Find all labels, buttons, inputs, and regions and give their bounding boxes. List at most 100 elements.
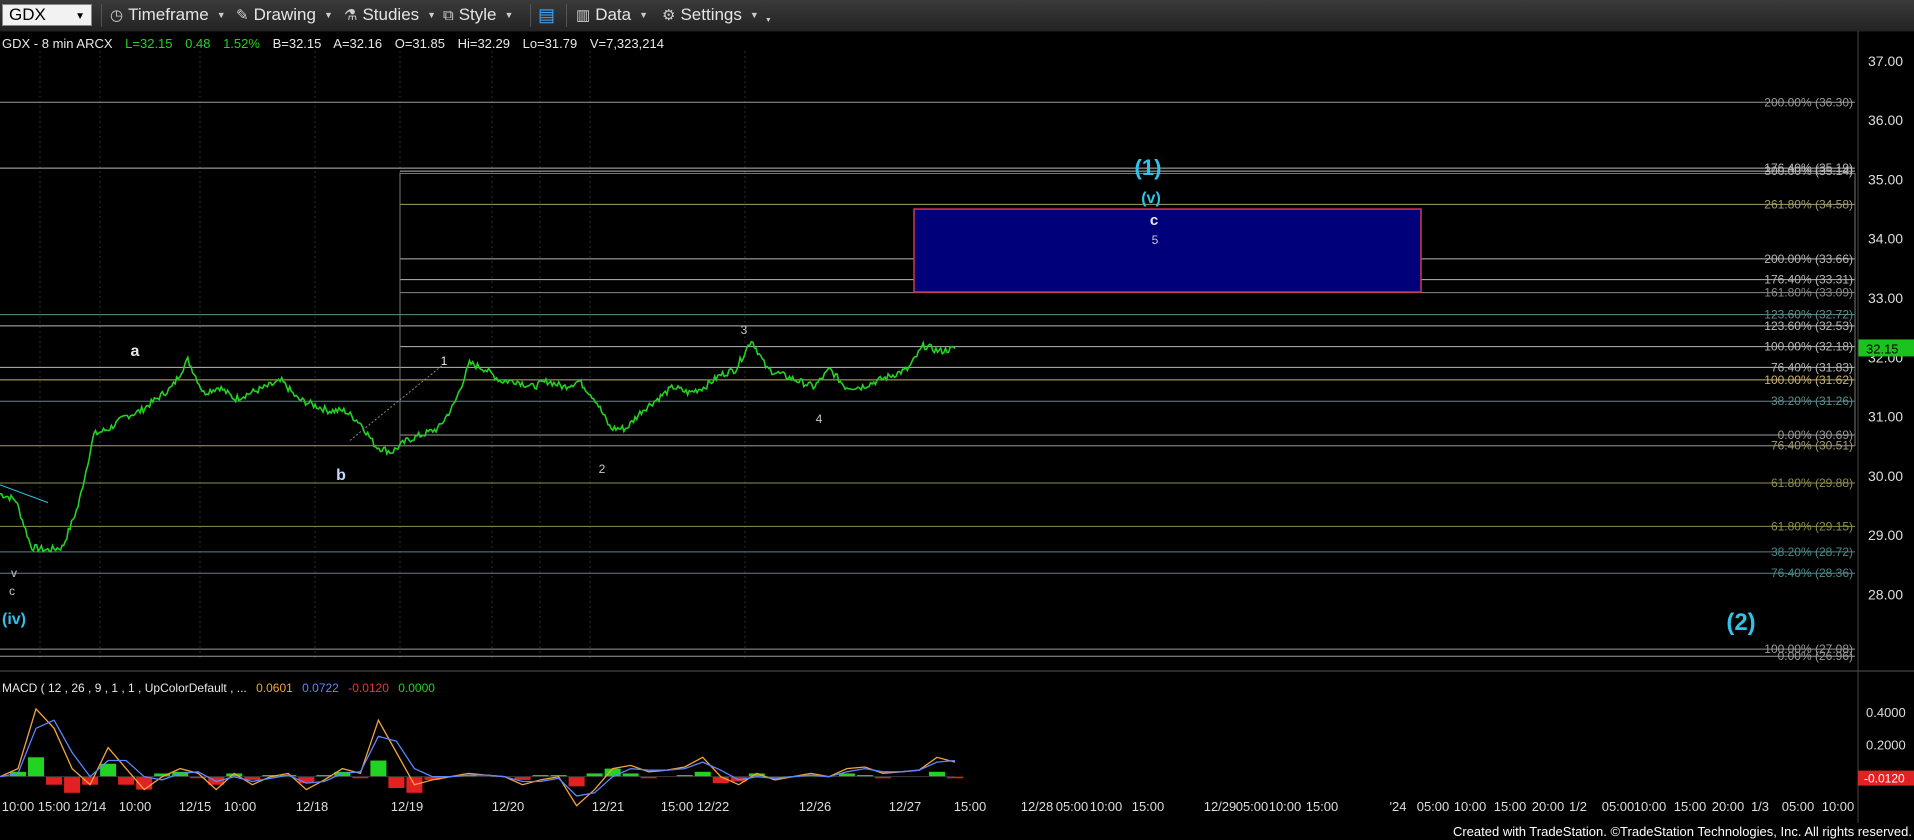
last-price: L=32.15 <box>125 36 172 51</box>
time-axis-tick: '24 <box>1390 799 1407 814</box>
timeframe-label: Timeframe <box>128 5 209 24</box>
target-box[interactable] <box>913 208 1422 293</box>
chevron-down-icon: ▼ <box>427 10 437 20</box>
time-axis-tick: 05:00 <box>1602 799 1635 814</box>
pct-change: 1.52% <box>223 36 260 51</box>
price-line <box>0 340 956 553</box>
wave-label: c <box>1150 212 1158 229</box>
high-price: Hi=32.29 <box>458 36 510 51</box>
time-axis-tick: 10:00 <box>1634 799 1667 814</box>
macd-diff-value: -0.0120 <box>348 681 389 695</box>
separator <box>530 4 531 27</box>
style-icon: ⧉ <box>443 6 454 24</box>
time-axis-tick: 12/18 <box>296 799 329 814</box>
macd-value: 0.0601 <box>256 681 293 695</box>
layout-toggle-button[interactable]: ▤ <box>538 4 560 26</box>
studies-menu[interactable]: ⚗ Studies ▼ <box>344 4 436 26</box>
net-change: 0.48 <box>185 36 210 51</box>
fib-label: 200.00% (36.30) <box>1764 95 1853 109</box>
price-axis: 37.0036.0035.0034.0033.0032.0031.0030.00… <box>1858 53 1914 603</box>
fib-label: 38.20% (31.26) <box>1771 394 1853 408</box>
fib-label: 161.80% (33.09) <box>1764 286 1853 300</box>
fib-label: 123.60% (32.53) <box>1764 319 1853 333</box>
time-axis-tick: 10:00 <box>1454 799 1487 814</box>
chevron-down-icon: ▼ <box>749 10 759 20</box>
chevron-down-icon: ▼ <box>323 10 333 20</box>
toolbar: GDX ▼ ◷ Timeframe ▼ ✎ Drawing ▼ ⚗ Studie… <box>0 0 1914 32</box>
ask-price: A=32.16 <box>333 36 382 51</box>
fib-label: 100.00% (32.18) <box>1764 340 1853 354</box>
time-axis-tick: 12/22 <box>697 799 730 814</box>
style-menu[interactable]: ⧉ Style ▼ <box>443 4 513 26</box>
wave-label: (2) <box>1726 609 1755 636</box>
chevron-down-icon: ▼ <box>639 10 649 20</box>
chart-header: GDX - 8 min ARCX L=32.15 0.48 1.52% B=32… <box>2 36 664 51</box>
chevron-down-icon: ▼ <box>216 10 226 20</box>
fib-label: 76.40% (28.36) <box>1771 566 1853 580</box>
macd-axis-tick: 0.2000 <box>1866 737 1906 752</box>
price-axis-tick: 34.00 <box>1868 231 1903 247</box>
time-axis-tick: 12/26 <box>799 799 832 814</box>
time-axis-tick: 10:00 <box>119 799 152 814</box>
settings-menu[interactable]: ⚙ Settings ▼ ▼ <box>662 4 772 26</box>
separator <box>101 4 102 27</box>
macd-axis: 0.4000 0.2000 -0.0120 <box>1858 705 1914 786</box>
time-axis-tick: 10:00 <box>1269 799 1302 814</box>
fib-label: 176.40% (33.31) <box>1764 273 1853 287</box>
clock-icon: ◷ <box>110 7 124 24</box>
macd-header: MACD ( 12 , 26 , 9 , 1 , 1 , UpColorDefa… <box>2 681 435 695</box>
macd-zero-value: 0.0000 <box>398 681 435 695</box>
symbol-selector[interactable]: GDX ▼ <box>2 4 92 26</box>
time-axis-tick: 10:00 <box>1090 799 1123 814</box>
time-axis-tick: 05:00 <box>1782 799 1815 814</box>
drawing-menu[interactable]: ✎ Drawing ▼ <box>236 4 333 26</box>
time-axis-tick: 1/3 <box>1751 799 1769 814</box>
copyright-footer: Created with TradeStation. ©TradeStation… <box>1452 824 1912 839</box>
layout-icon: ▤ <box>538 4 556 25</box>
drawing-label: Drawing <box>253 5 316 24</box>
target-zone <box>913 208 1422 293</box>
overflow-chevron-icon[interactable]: ▼ <box>765 17 772 24</box>
wave-label: 3 <box>741 323 748 337</box>
time-axis-tick: 20:00 <box>1532 799 1565 814</box>
macd-histogram-bar <box>694 771 711 777</box>
low-price: Lo=31.79 <box>523 36 578 51</box>
time-axis-tick: 15:00 <box>1132 799 1165 814</box>
timeframe-menu[interactable]: ◷ Timeframe ▼ <box>110 4 226 26</box>
fib-label: 100.00% (31.62) <box>1764 373 1853 387</box>
time-axis-tick: 15:00 <box>38 799 71 814</box>
time-axis-tick: 15:00 <box>954 799 987 814</box>
wave-connector <box>349 362 446 441</box>
vertical-gridlines <box>39 51 746 661</box>
time-axis-tick: 10:00 <box>2 799 35 814</box>
wave-label: (iv) <box>2 611 26 628</box>
macd-axis-tick: 0.4000 <box>1866 705 1906 720</box>
chart-canvas[interactable]: 200.00% (36.30)176.40% (35.19)300.00% (3… <box>0 31 1914 840</box>
price-axis-tick: 30.00 <box>1868 468 1903 484</box>
trend-line <box>0 484 49 504</box>
time-axis-tick: 15:00 <box>1674 799 1707 814</box>
fib-label: 61.80% (29.15) <box>1771 519 1853 533</box>
gear-icon: ⚙ <box>662 7 676 24</box>
macd-series-line <box>0 707 956 807</box>
fib-label: 261.80% (34.58) <box>1764 197 1853 211</box>
wave-label: b <box>336 467 346 484</box>
data-menu[interactable]: ▥ Data ▼ <box>576 4 648 26</box>
macd-histogram-bar <box>64 776 81 793</box>
bid-price: B=32.15 <box>273 36 322 51</box>
fib-level-labels: 200.00% (36.30)176.40% (35.19)300.00% (3… <box>1764 95 1853 663</box>
time-axis-tick: 05:00 <box>1417 799 1450 814</box>
macd-histogram-bar <box>46 776 63 785</box>
macd-histogram-bar <box>370 760 387 777</box>
fib-label: 200.00% (33.66) <box>1764 252 1853 266</box>
macd-histogram-bar <box>712 776 729 784</box>
wave-label: 5 <box>1152 233 1159 247</box>
time-axis-tick: 15:00 <box>1494 799 1527 814</box>
fib-label: 300.00% (35.14) <box>1764 164 1853 178</box>
price-axis-tick: 35.00 <box>1868 171 1903 187</box>
separator <box>566 4 567 27</box>
macd-histogram-bar <box>928 771 945 777</box>
time-axis-tick: 05:00 <box>1056 799 1089 814</box>
price-axis-tick: 37.00 <box>1868 53 1903 69</box>
time-axis-tick: 20:00 <box>1712 799 1745 814</box>
